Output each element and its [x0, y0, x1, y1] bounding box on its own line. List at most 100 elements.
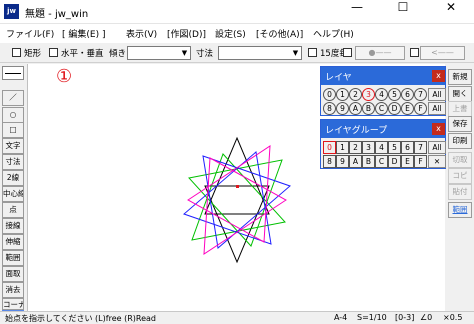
close-window-button[interactable]: ✕	[428, 0, 474, 24]
close-icon[interactable]: x	[432, 123, 445, 135]
layer-button[interactable]: C	[375, 102, 388, 115]
group-button[interactable]: 3	[362, 141, 375, 154]
menu-view[interactable]: 表示(V)	[126, 27, 157, 40]
tool-paste[interactable]: 貼付	[448, 184, 472, 200]
horiz-vert-checkbox[interactable]	[49, 48, 58, 57]
group-button[interactable]: 9	[336, 155, 349, 168]
tool-dimension[interactable]: 寸法	[2, 154, 24, 170]
group-button[interactable]: B	[362, 155, 375, 168]
triangle-blue-2	[183, 151, 272, 245]
group-button[interactable]: 6	[401, 141, 414, 154]
layer-all-button-2[interactable]: All	[428, 102, 446, 115]
tool-chamfer[interactable]: 面取	[2, 266, 24, 282]
tool-range[interactable]: 範囲	[2, 250, 24, 266]
tool-cut[interactable]: 切取	[448, 152, 472, 168]
chevron-down-icon[interactable]: ▼	[179, 47, 190, 59]
status-message: 始点を指示してください (L)free (R)Read	[5, 314, 156, 323]
layer-button[interactable]: 6	[401, 88, 414, 101]
menu-file[interactable]: ファイル(F)	[6, 27, 54, 40]
zoom-indicator[interactable]: ×0.5	[443, 313, 462, 322]
group-button[interactable]: 5	[388, 141, 401, 154]
scale-indicator[interactable]: S=1/10	[357, 313, 387, 322]
tool-save[interactable]: 保存	[448, 116, 472, 132]
group-button[interactable]: 7	[414, 141, 427, 154]
group-button[interactable]: 1	[336, 141, 349, 154]
layer-button-active[interactable]: 3	[362, 88, 375, 101]
maximize-button[interactable]: ☐	[380, 0, 426, 24]
group-button[interactable]: 8	[323, 155, 336, 168]
layer-button[interactable]: 7	[414, 88, 427, 101]
layer-button[interactable]: B	[362, 102, 375, 115]
tool-range-select[interactable]: 範囲	[448, 202, 472, 218]
layer-palette: レイヤ x 0 1 2 3 4 5 6 7 All 8 9 A B C D E …	[320, 66, 446, 116]
layer-indicator[interactable]: [0-3]	[395, 313, 414, 322]
tool-point[interactable]: 点	[2, 202, 24, 218]
status-bar: 始点を指示してください (L)free (R)Read A-4 S=1/10 […	[0, 311, 474, 324]
angle15-checkbox[interactable]	[308, 48, 317, 57]
layer-group-palette: レイヤグループ x 0 1 2 3 4 5 6 7 All 8 9 A B C …	[320, 119, 446, 169]
menu-edit[interactable]: [ 編集(E) ]	[62, 27, 105, 40]
title-bar: jw 無題 - jw_win — ☐ ✕	[0, 0, 474, 24]
group-button[interactable]: 4	[375, 141, 388, 154]
dimension-combo[interactable]: ▼	[218, 46, 302, 60]
chevron-down-icon[interactable]: ▼	[290, 47, 301, 59]
group-button[interactable]: A	[349, 155, 362, 168]
menu-help[interactable]: ヘルプ(H)	[313, 27, 354, 40]
tool-stretch[interactable]: 伸縮	[2, 234, 24, 250]
layer-button[interactable]: 1	[336, 88, 349, 101]
rect-checkbox[interactable]	[12, 48, 21, 57]
group-button[interactable]: F	[414, 155, 427, 168]
layer-button[interactable]: 0	[323, 88, 336, 101]
layer-button[interactable]: 5	[388, 88, 401, 101]
option-checkbox-1[interactable]	[343, 48, 352, 57]
tool-corner[interactable]: コーナー	[2, 298, 24, 310]
group-close-x-button[interactable]: ✕	[428, 155, 446, 168]
layer-button[interactable]: D	[388, 102, 401, 115]
dimension-label: 寸法	[196, 49, 214, 59]
center-point	[236, 185, 239, 188]
group-button[interactable]: E	[401, 155, 414, 168]
layer-group-palette-title: レイヤグループ	[321, 120, 445, 138]
tool-erase[interactable]: 消去	[2, 282, 24, 298]
angle-indicator[interactable]: ∠0	[420, 313, 432, 322]
horiz-vert-label: 水平・垂直	[61, 49, 104, 59]
line-style-swatch[interactable]	[2, 66, 24, 80]
menu-draw[interactable]: [作図(D)]	[167, 27, 206, 40]
arrow-line-button[interactable]: <——	[420, 46, 465, 60]
slope-combo[interactable]: ▼	[127, 46, 191, 60]
layer-button[interactable]: A	[349, 102, 362, 115]
layer-button[interactable]: 2	[349, 88, 362, 101]
group-button[interactable]: 2	[349, 141, 362, 154]
menu-other[interactable]: [その他(A)]	[256, 27, 303, 40]
close-icon[interactable]: x	[432, 70, 445, 82]
group-button-active[interactable]: 0	[323, 141, 336, 154]
toolbar: 矩形 水平・垂直 傾き ▼ 寸法 ▼ 15度毎 ●—— <——	[0, 43, 474, 63]
tool-center-line[interactable]: 中心線	[2, 186, 24, 202]
menu-settings[interactable]: 設定(S)	[215, 27, 246, 40]
layer-button[interactable]: 4	[375, 88, 388, 101]
tool-print[interactable]: 印刷	[448, 133, 472, 149]
layer-button[interactable]: 9	[336, 102, 349, 115]
group-all-button[interactable]: All	[428, 141, 446, 154]
tool-line[interactable]: ／	[2, 90, 24, 106]
option-checkbox-2[interactable]	[410, 48, 419, 57]
tool-tangent[interactable]: 接線	[2, 218, 24, 234]
tool-text[interactable]: 文字	[2, 138, 24, 154]
tool-rectangle[interactable]: □	[2, 122, 24, 138]
layer-all-button[interactable]: All	[428, 88, 446, 101]
tool-copy[interactable]: コピー	[448, 168, 472, 194]
layer-button[interactable]: E	[401, 102, 414, 115]
tool-circle[interactable]: ○	[2, 107, 24, 123]
group-button[interactable]: D	[388, 155, 401, 168]
tool-overwrite[interactable]: 上書	[448, 101, 472, 117]
group-button[interactable]: C	[375, 155, 388, 168]
point-line-button[interactable]: ●——	[355, 46, 405, 60]
paper-size[interactable]: A-4	[334, 313, 347, 322]
tool-open[interactable]: 開く	[448, 86, 472, 102]
tool-new[interactable]: 新規	[448, 69, 472, 85]
layer-button[interactable]: F	[414, 102, 427, 115]
tool-double-line[interactable]: 2線	[2, 170, 24, 186]
minimize-button[interactable]: —	[334, 0, 380, 24]
layer-button[interactable]: 8	[323, 102, 336, 115]
window-title: 無題 - jw_win	[25, 9, 89, 20]
